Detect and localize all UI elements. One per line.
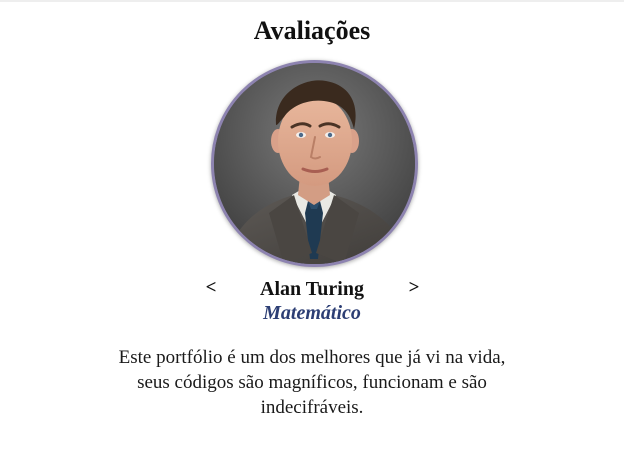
testimonial-author-role: Matemático [263,302,361,324]
avatar-portrait-image [214,63,415,264]
testimonial-avatar [211,60,418,267]
section-title: Avaliações [253,16,371,45]
testimonial-quote: Este portfólio é um dos melhores que já … [118,347,506,418]
testimonials-section: Avaliações < > Alan Turing Matemático Es… [0,0,624,457]
testimonial-author-name: Alan Turing [260,278,364,300]
